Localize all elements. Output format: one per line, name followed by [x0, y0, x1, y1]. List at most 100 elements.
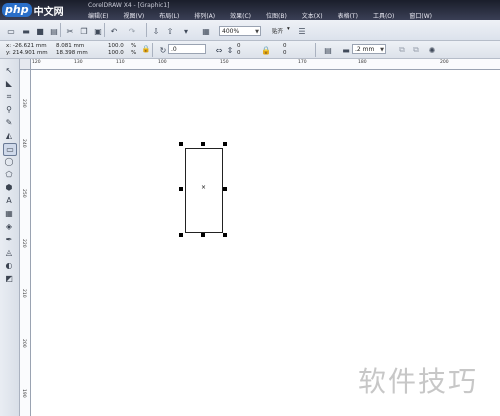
shape-tool-icon[interactable]: ◣ [3, 78, 15, 89]
interactive-blend-tool-icon[interactable]: ◈ [3, 221, 15, 232]
watermark: 软件技巧 [358, 365, 479, 398]
redo-icon[interactable]: ↷ [126, 25, 138, 37]
paste-icon[interactable]: ▣ [92, 25, 104, 37]
v-ruler-label: 230 [21, 99, 26, 108]
to-front-icon[interactable]: ⧉ [396, 44, 408, 56]
zoom-tool-icon[interactable]: ⚲ [3, 104, 15, 115]
window-title: CorelDRAW X4 - [Graphic1] [88, 2, 170, 9]
selection-handle-right[interactable] [223, 187, 227, 191]
selection-handle-bottom-left[interactable] [179, 233, 183, 237]
new-icon[interactable]: ▭ [5, 25, 17, 37]
h-ruler-label: 170 [298, 60, 307, 65]
height-field[interactable]: 18.398 mm [56, 50, 88, 56]
menu-view[interactable]: 视图(V) [123, 11, 144, 20]
print-icon[interactable]: ▤ [48, 25, 60, 37]
export-icon[interactable]: ⇧ [164, 25, 176, 37]
scale-height-field[interactable]: 100.0 [108, 50, 124, 56]
menu-tools[interactable]: 工具(O) [373, 11, 394, 20]
center-marker-icon: × [201, 184, 207, 191]
logo-php: php [2, 3, 32, 17]
menu-arrange[interactable]: 排列(A) [194, 11, 215, 20]
wrap-text-icon[interactable]: ▤ [322, 44, 334, 56]
scale-height-unit: % [131, 50, 137, 56]
v-ruler-label: 200 [21, 339, 26, 348]
selection-handle-top[interactable] [201, 142, 205, 146]
snap-to-button[interactable]: 贴齐 [272, 27, 283, 35]
horizontal-ruler[interactable]: 120 130 110 100 150 170 180 200 [20, 59, 500, 70]
h-ruler-label: 130 [74, 60, 83, 65]
selection-handle-bottom-right[interactable] [223, 233, 227, 237]
save-icon[interactable]: ■ [34, 25, 46, 37]
freehand-tool-icon[interactable]: ✎ [3, 117, 15, 128]
corner-bottom-right-field[interactable]: 0 [283, 50, 287, 56]
logo-cn: 中文网 [33, 6, 64, 18]
corner-top-left-field[interactable]: 0 [237, 43, 241, 49]
to-back-icon[interactable]: ⧉ [410, 44, 422, 56]
h-ruler-label: 110 [116, 60, 125, 65]
copy-icon[interactable]: ❐ [78, 25, 90, 37]
width-field[interactable]: 8.081 mm [56, 43, 84, 49]
v-ruler-label: 190 [21, 389, 26, 398]
polygon-tool-icon[interactable]: ⬠ [3, 169, 15, 180]
selection-handle-left[interactable] [179, 187, 183, 191]
v-ruler-label: 210 [21, 289, 26, 298]
property-bar: x: -26.621 mm y: 214.901 mm 8.081 mm 18.… [0, 41, 500, 59]
basic-shapes-tool-icon[interactable]: ⬢ [3, 182, 15, 193]
convert-to-curves-icon[interactable]: ✺ [426, 44, 438, 56]
selection-handle-bottom[interactable] [201, 233, 205, 237]
smart-fill-tool-icon[interactable]: ◭ [3, 130, 15, 141]
welcome-screen-icon[interactable]: ▦ [200, 25, 212, 37]
x-position-field[interactable]: x: -26.621 mm [6, 43, 47, 49]
options-icon[interactable]: ☰ [296, 25, 308, 37]
undo-icon[interactable]: ↶ [108, 25, 120, 37]
interactive-fill-tool-icon[interactable]: ◩ [3, 273, 15, 284]
corner-top-right-field[interactable]: 0 [283, 43, 287, 49]
menu-bitmaps[interactable]: 位图(B) [266, 11, 287, 20]
scale-width-field[interactable]: 100.0 [108, 43, 124, 49]
open-icon[interactable]: ▬ [20, 25, 32, 37]
h-ruler-label: 180 [358, 60, 367, 65]
zoom-level-combo[interactable]: 400% ▼ [219, 26, 261, 36]
ellipse-tool-icon[interactable]: ◯ [3, 156, 15, 167]
rectangle-tool-icon[interactable]: ▭ [3, 143, 17, 156]
scale-width-unit: % [131, 43, 137, 49]
cut-icon[interactable]: ✂ [64, 25, 76, 37]
crop-tool-icon[interactable]: ⌗ [3, 91, 15, 102]
menu-text[interactable]: 文本(X) [302, 11, 323, 20]
menu-window[interactable]: 窗口(W) [409, 11, 432, 20]
eyedropper-tool-icon[interactable]: ✒ [3, 234, 15, 245]
h-ruler-label: 120 [32, 60, 41, 65]
title-bar: php 中文网 CorelDRAW X4 - [Graphic1] 编辑(E) … [0, 0, 500, 20]
import-icon[interactable]: ⇩ [150, 25, 162, 37]
lock-ratio-icon[interactable]: 🔒 [140, 43, 152, 55]
vertical-ruler[interactable]: 230 240 250 220 210 200 190 [20, 69, 31, 416]
pick-tool-icon[interactable]: ↖ [3, 65, 15, 76]
corner-bottom-left-field[interactable]: 0 [237, 50, 241, 56]
snap-chevron-icon[interactable]: ▾ [287, 26, 290, 32]
menu-table[interactable]: 表格(T) [338, 11, 358, 20]
outline-width-combo[interactable]: .2 mm ▼ [352, 44, 386, 54]
menu-bar: 编辑(E) 视图(V) 布局(L) 排列(A) 效果(C) 位图(B) 文本(X… [88, 11, 432, 20]
menu-effects[interactable]: 效果(C) [230, 11, 251, 20]
text-tool-icon[interactable]: A [3, 195, 15, 206]
ruler-origin[interactable] [20, 59, 31, 70]
selection-handle-top-left[interactable] [179, 142, 183, 146]
outline-width-icon: ▬ [342, 45, 350, 55]
menu-layout[interactable]: 布局(L) [159, 11, 179, 20]
chevron-down-icon: ▼ [255, 29, 259, 35]
menu-edit[interactable]: 编辑(E) [88, 11, 108, 20]
y-position-field[interactable]: y: 214.901 mm [6, 50, 48, 56]
php-cn-logo: php 中文网 [2, 1, 64, 19]
rotation-field[interactable]: .0 [168, 44, 206, 54]
table-tool-icon[interactable]: ▦ [3, 208, 15, 219]
zoom-level-value: 400% [222, 28, 240, 35]
mirror-vertical-icon[interactable]: ⇕ [224, 44, 236, 56]
v-ruler-label: 220 [21, 239, 26, 248]
corner-lock-icon[interactable]: 🔒 [260, 44, 272, 56]
chevron-down-icon: ▼ [380, 47, 384, 53]
selection-handle-top-right[interactable] [223, 142, 227, 146]
toolbox: ↖ ◣ ⌗ ⚲ ✎ ◭ ▭ ◯ ⬠ ⬢ A ▦ ◈ ✒ ◬ ◐ ◩ [0, 59, 20, 416]
app-launcher-icon[interactable]: ▾ [180, 25, 192, 37]
fill-tool-icon[interactable]: ◐ [3, 260, 15, 271]
outline-tool-icon[interactable]: ◬ [3, 247, 15, 258]
